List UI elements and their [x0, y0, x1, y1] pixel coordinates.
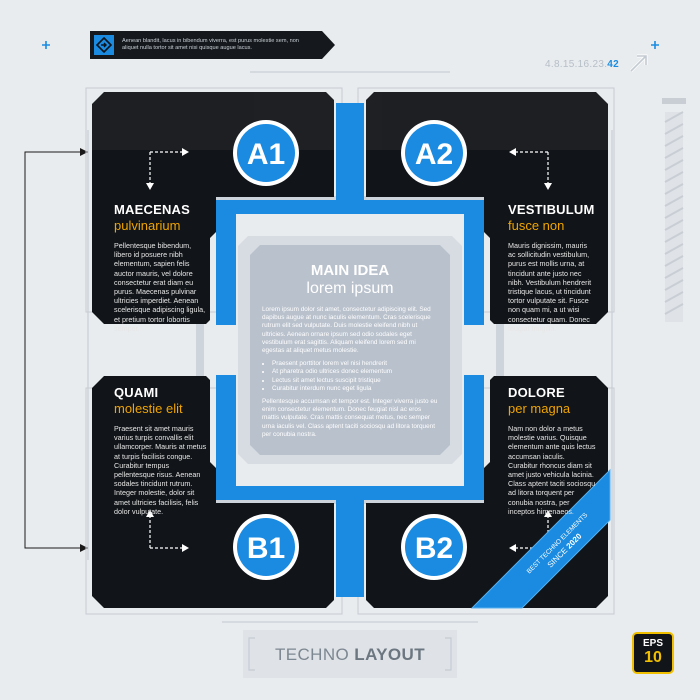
main-bullet-list: Praesent porttitor lorem vel nisi hendre… — [262, 360, 438, 393]
main-bullet: Curabitur interdum nunc eget ligula — [272, 385, 438, 393]
footer-title-light: TECHNO — [274, 645, 355, 664]
footer-title-bold: LAYOUT — [354, 645, 426, 664]
panel-b2: DOLORE per magna Nam non dolor a metus m… — [508, 385, 596, 516]
main-paragraph-1: Lorem ipsum dolor sit amet, consectetur … — [262, 306, 431, 355]
panel-b2-body: Nam non dolor a metus molestie varius. Q… — [508, 424, 596, 516]
panel-b1-body: Praesent sit amet mauris varius turpis c… — [114, 424, 207, 516]
main-subtitle: lorem ipsum — [306, 280, 394, 297]
panel-a1: MAECENAS pulvinarium Pellentesque bibend… — [114, 202, 210, 333]
main-bullet: Praesent porttitor lorem vel nisi hendre… — [272, 360, 438, 368]
eps-number: 10 — [644, 649, 662, 666]
panel-b2-subtitle: per magna — [508, 401, 571, 416]
main-title: MAIN IDEA — [310, 262, 390, 279]
main-idea: MAIN IDEA lorem ipsum Lorem ipsum dolor … — [262, 262, 438, 439]
panel-a1-body: Pellentesque bibendum, libero id posuere… — [114, 241, 206, 333]
panel-b1-subtitle: molestie elit — [114, 401, 183, 416]
main-paragraph-2: Pellentesque accumsan et tempor est. Int… — [262, 398, 438, 438]
eps-badge: EPS 10 — [632, 632, 674, 674]
eps-label: EPS — [642, 638, 663, 649]
panel-a2-body: Mauris dignissim, mauris ac sollicitudin… — [508, 241, 592, 333]
main-bullet: At pharetra odio ultrices donec elementu… — [272, 368, 438, 376]
panel-a2-title: VESTIBULUM — [508, 202, 595, 217]
panel-b1: QUAMI molestie elit Praesent sit amet ma… — [114, 385, 208, 516]
panel-a1-title: MAECENAS — [114, 202, 190, 217]
ribbon-line1: BEST TECHNO ELEMENTS — [526, 511, 590, 575]
panel-b1-title: QUAMI — [114, 385, 159, 400]
footer-title: TECHNO LAYOUT — [243, 645, 457, 665]
panel-b2-title: DOLORE — [508, 385, 565, 400]
panel-a1-subtitle: pulvinarium — [114, 218, 181, 233]
main-bullet: Lectus sit amet lectus suscipit tristiqu… — [272, 377, 438, 385]
footer-title-box: TECHNO LAYOUT — [243, 630, 457, 678]
panel-a2-subtitle: fusce non — [508, 218, 565, 233]
panel-a2: VESTIBULUM fusce non Mauris dignissim, m… — [508, 202, 596, 333]
